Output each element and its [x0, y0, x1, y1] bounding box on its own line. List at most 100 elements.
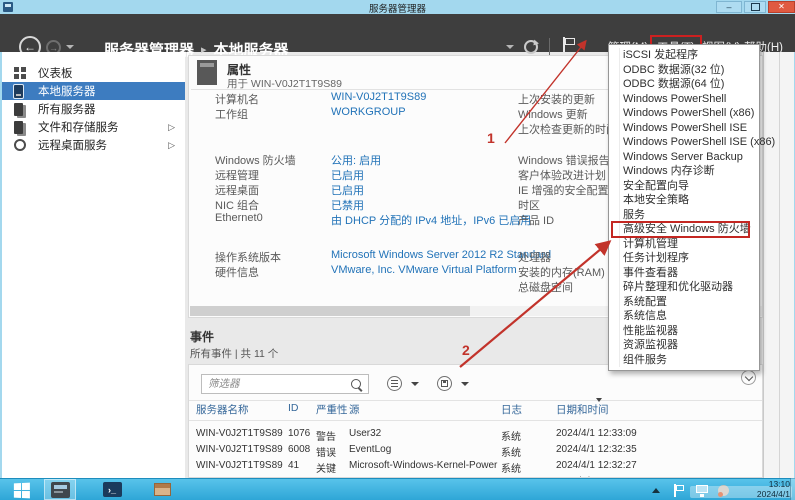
- tools-menu-item[interactable]: 碎片整理和优化驱动器: [609, 280, 759, 295]
- prop-value-link[interactable]: WIN-V0J2T1T9S89: [331, 91, 426, 103]
- cell-id: 6008: [288, 444, 310, 455]
- column-header[interactable]: ID: [288, 402, 299, 414]
- nav-chevron-down-icon[interactable]: [506, 45, 514, 49]
- sidebar-item-label: 远程桌面服务: [38, 137, 107, 153]
- prop-label: 远程管理: [215, 167, 259, 183]
- server-icon: [14, 85, 23, 98]
- server-manager-icon: [51, 482, 70, 498]
- notifications-flag-icon[interactable]: [563, 37, 576, 54]
- right-scrollbar-gutter[interactable]: [763, 52, 794, 478]
- tools-menu-item[interactable]: ODBC 数据源(32 位): [609, 63, 759, 78]
- tools-menu-item[interactable]: 资源监视器: [609, 338, 759, 353]
- sidebar-item-label: 本地服务器: [38, 83, 96, 99]
- refresh-icon[interactable]: [524, 40, 538, 54]
- tools-menu-item[interactable]: Windows PowerShell ISE: [609, 121, 759, 136]
- column-header[interactable]: 源: [349, 402, 360, 417]
- sidebar-item-all-servers[interactable]: 所有服务器: [2, 100, 185, 118]
- tools-menu-item[interactable]: ODBC 数据源(64 位): [609, 77, 759, 92]
- maximize-button[interactable]: [744, 1, 766, 13]
- column-header[interactable]: 严重性: [316, 402, 348, 417]
- show-desktop-button[interactable]: [790, 478, 795, 500]
- tray-expand-icon[interactable]: [652, 488, 660, 493]
- tools-menu-item[interactable]: Windows PowerShell: [609, 92, 759, 107]
- sidebar-item-local-server[interactable]: 本地服务器: [2, 82, 185, 100]
- tools-menu-item[interactable]: 系统配置: [609, 295, 759, 310]
- prop-value-link[interactable]: 已禁用: [331, 197, 364, 213]
- toolbox-icon: [154, 483, 171, 496]
- start-button[interactable]: [4, 482, 38, 498]
- tools-menu-item[interactable]: Windows Server Backup: [609, 150, 759, 165]
- prop-value-link[interactable]: WORKGROUP: [331, 106, 406, 118]
- events-filter-input[interactable]: [201, 374, 369, 394]
- filter-chevron-down-icon[interactable]: [411, 382, 419, 386]
- sidebar-item-remote-desktop-services[interactable]: 远程桌面服务 ▷: [2, 136, 185, 154]
- save-query-button[interactable]: [437, 376, 452, 391]
- breadcrumb-separator-icon: ▸: [201, 43, 207, 56]
- taskbar-item-powershell[interactable]: ›_: [96, 479, 128, 500]
- prop-label: 工作组: [215, 106, 248, 122]
- cell-datetime: 2024/4/1 12:32:35: [556, 444, 637, 455]
- prop-label: 远程桌面: [215, 182, 259, 198]
- events-panel: 服务器名称 ID 严重性 源 日志 日期和时间 WIN-V0J2T1T9S89 …: [188, 364, 763, 478]
- save-chevron-down-icon[interactable]: [461, 382, 469, 386]
- tools-menu-item[interactable]: Windows PowerShell ISE (x86): [609, 135, 759, 150]
- filter-options-button[interactable]: [387, 376, 402, 391]
- tools-menu-item[interactable]: 组件服务: [609, 353, 759, 368]
- server-manager-window: 服务器管理器 – ✕ ← → 服务器管理器 ▸ 本地服务器 管理(M) 工具(T…: [0, 0, 795, 500]
- prop-value-link[interactable]: 已启用: [331, 167, 364, 183]
- cell-log: 系统: [501, 428, 521, 443]
- tools-menu-item[interactable]: 性能监视器: [609, 324, 759, 339]
- event-row[interactable]: WIN-V0J2T1T9S89 6008 错误 EventLog 系统 2024…: [189, 444, 762, 460]
- prop-value: VMware, Inc. VMware Virtual Platform: [331, 264, 517, 276]
- tools-menu-item[interactable]: 任务计划程序: [609, 251, 759, 266]
- taskbar-clock[interactable]: 13:10 2024/4/1: [700, 479, 790, 499]
- prop-label: 安装的内存(RAM): [518, 264, 605, 280]
- tools-menu-item-advanced-firewall[interactable]: 高级安全 Windows 防火墙: [609, 222, 759, 237]
- column-header[interactable]: 日期和时间: [556, 402, 609, 417]
- prop-value-link[interactable]: 公用: 启用: [331, 152, 381, 168]
- tools-menu-item[interactable]: 安全配置向导: [609, 179, 759, 194]
- minimize-button[interactable]: –: [716, 1, 742, 13]
- title-bar: 服务器管理器 – ✕: [0, 0, 795, 14]
- column-header[interactable]: 日志: [501, 402, 522, 417]
- taskbar-item-toolbox[interactable]: [146, 479, 178, 500]
- cell-source: EventLog: [349, 444, 391, 455]
- column-header[interactable]: 服务器名称: [196, 402, 249, 417]
- prop-value-link[interactable]: 由 DHCP 分配的 IPv4 地址，IPv6 已启用: [331, 212, 531, 228]
- tools-menu-item[interactable]: Windows 内存诊断: [609, 164, 759, 179]
- tools-menu-item[interactable]: 本地安全策略: [609, 193, 759, 208]
- prop-label: 客户体验改进计划: [518, 167, 606, 183]
- tray-flag-icon[interactable]: [674, 484, 685, 497]
- collapse-panel-button[interactable]: [741, 370, 756, 385]
- tools-menu-item[interactable]: iSCSI 发起程序: [609, 48, 759, 63]
- scrollbar-thumb[interactable]: [190, 306, 470, 316]
- expand-arrow-icon[interactable]: ▷: [168, 122, 175, 133]
- storage-icon: [14, 121, 23, 134]
- prop-label: 上次检查更新的时间: [518, 121, 617, 137]
- cell-source: Microsoft-Windows-Kernel-Power: [349, 460, 497, 471]
- prop-label: 计算机名: [215, 91, 259, 107]
- event-row[interactable]: WIN-V0J2T1T9S89 41 关键 Microsoft-Windows-…: [189, 460, 762, 476]
- restore-icon: [751, 3, 760, 11]
- search-icon: [351, 379, 361, 389]
- nav-divider: [549, 38, 550, 55]
- close-button[interactable]: ✕: [768, 1, 795, 13]
- prop-label: IE 增强的安全配置: [518, 182, 608, 198]
- grid-icon: [391, 380, 398, 387]
- sidebar-item-file-storage-services[interactable]: 文件和存储服务 ▷: [2, 118, 185, 136]
- clock-time: 13:10: [700, 479, 790, 489]
- tools-dropdown-menu: iSCSI 发起程序 ODBC 数据源(32 位) ODBC 数据源(64 位)…: [608, 44, 760, 371]
- taskbar-item-server-manager[interactable]: [44, 479, 76, 500]
- event-row[interactable]: WIN-V0J2T1T9S89 1076 警告 User32 系统 2024/4…: [189, 428, 762, 444]
- tools-menu-item[interactable]: 服务: [609, 208, 759, 223]
- cell-source: User32: [349, 428, 381, 439]
- tools-menu-item[interactable]: Windows PowerShell (x86): [609, 106, 759, 121]
- tools-menu-item[interactable]: 系统信息: [609, 309, 759, 324]
- tools-menu-item[interactable]: 事件查看器: [609, 266, 759, 281]
- expand-arrow-icon[interactable]: ▷: [168, 140, 175, 151]
- tools-menu-item[interactable]: 计算机管理: [609, 237, 759, 252]
- history-chevron-down-icon[interactable]: [66, 45, 74, 49]
- cell-id: 41: [288, 460, 299, 471]
- sidebar-item-dashboard[interactable]: 仪表板: [2, 64, 185, 82]
- prop-value-link[interactable]: 已启用: [331, 182, 364, 198]
